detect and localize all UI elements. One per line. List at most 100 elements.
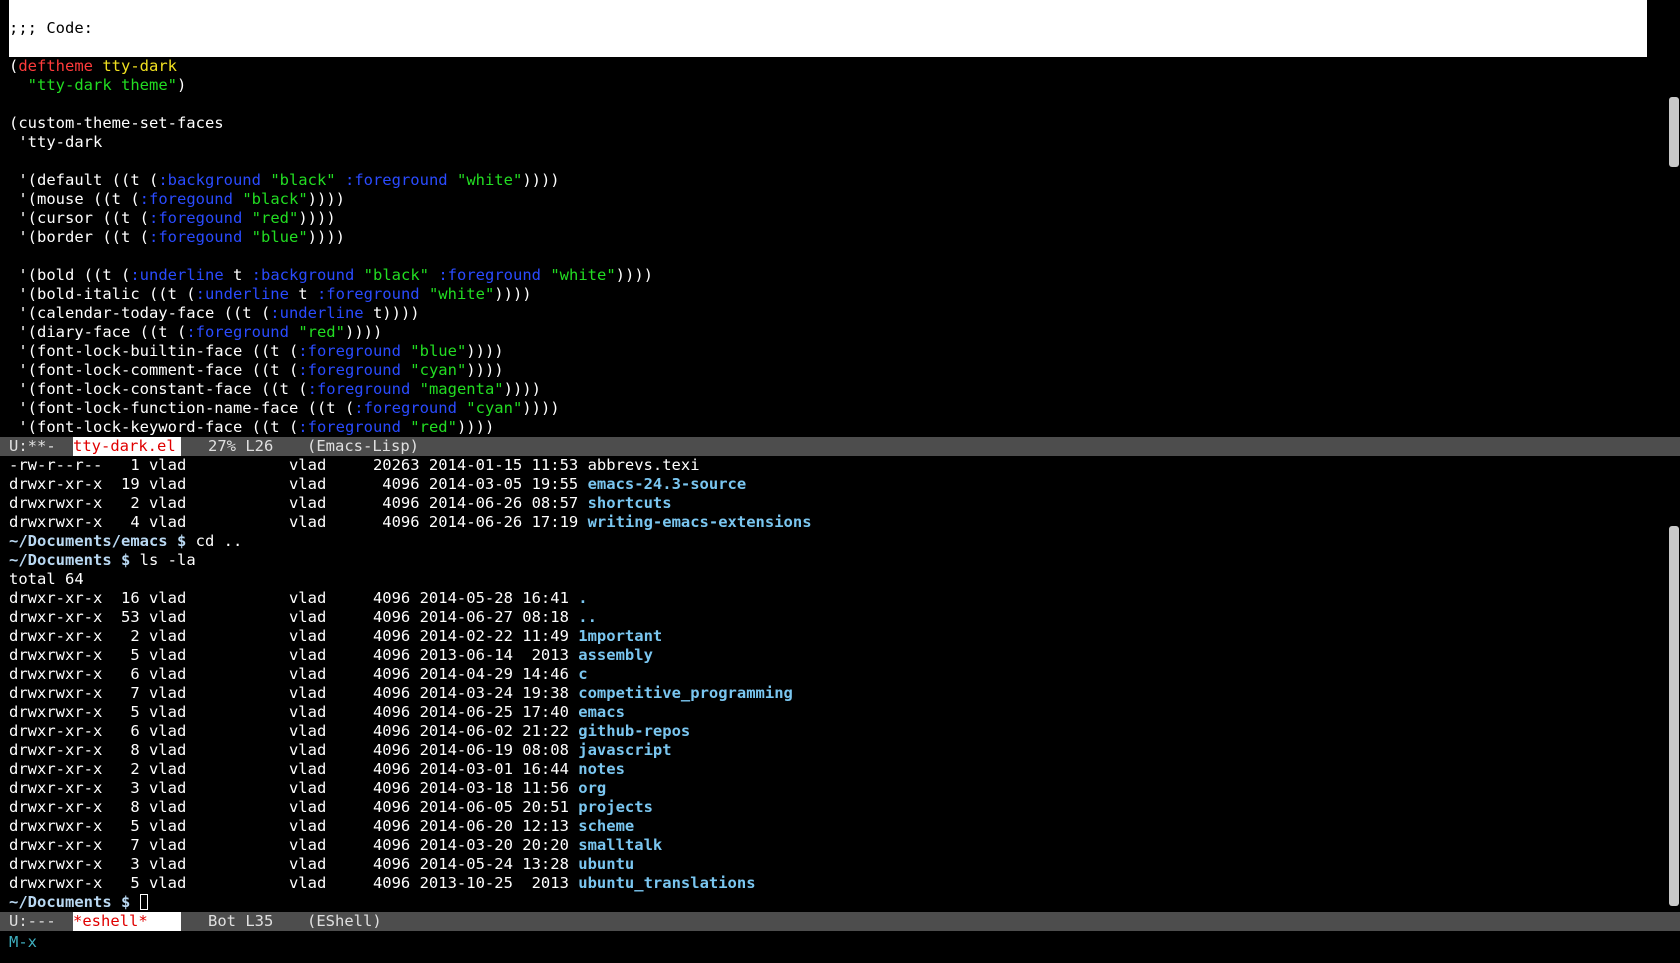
text-segment: drwxrwxr-x 5 vlad vlad 4096 2013-06-14 2…: [9, 646, 579, 664]
code-line: '(mouse ((t (:foregound "black")))): [9, 190, 1647, 209]
text-segment: :underline: [195, 285, 289, 303]
text-segment: drwxrwxr-x 6 vlad vlad 4096 2014-04-29 1…: [9, 665, 579, 683]
code-modeline[interactable]: U:**- tty-dark.el 27% L26 (Emacs-Lisp): [0, 437, 1680, 456]
code-scrollbar-thumb[interactable]: [1669, 97, 1679, 167]
directory-name[interactable]: c: [578, 665, 587, 683]
directory-name[interactable]: smalltalk: [578, 836, 662, 854]
text-segment: ls -la: [130, 551, 196, 569]
eshell-scrollbar-thumb[interactable]: [1669, 526, 1679, 906]
text-segment: [261, 171, 270, 189]
directory-name[interactable]: emacs: [578, 703, 625, 721]
text-segment: "cyan": [410, 361, 467, 379]
text-segment: drwxrwxr-x 2 vlad vlad 4096 2014-06-26 0…: [9, 494, 588, 512]
text-segment: [457, 399, 466, 417]
code-line: '(font-lock-constant-face ((t (:foregrou…: [9, 380, 1647, 399]
text-segment: 'tty-dark: [9, 133, 103, 151]
text-segment: '(font-lock-comment-face ((t (: [9, 361, 299, 379]
eshell-window[interactable]: -rw-r--r-- 1 vlad vlad 20263 2014-01-15 …: [9, 456, 1647, 912]
directory-name[interactable]: github-repos: [578, 722, 690, 740]
text-segment: (: [9, 57, 19, 75]
text-segment: drwxr-xr-x 2 vlad vlad 4096 2014-02-22 1…: [9, 627, 579, 645]
text-segment: drwxr-xr-x 16 vlad vlad 4096 2014-05-28 …: [9, 589, 579, 607]
directory-name[interactable]: shortcuts: [588, 494, 672, 512]
header-strip: ;;; Code:: [9, 0, 1647, 57]
code-line: '(border ((t (:foregound "blue")))): [9, 228, 1647, 247]
text-segment: "red": [251, 209, 299, 227]
shell-line: drwxr-xr-x 16 vlad vlad 4096 2014-05-28 …: [9, 589, 1647, 608]
text-segment: t: [288, 285, 317, 303]
text-segment: "red": [298, 323, 345, 341]
text-segment: )))): [522, 171, 560, 189]
directory-name[interactable]: ubuntu_translations: [578, 874, 755, 892]
text-segment: '(border ((t (: [9, 228, 149, 246]
shell-line: drwxrwxr-x 5 vlad vlad 4096 2013-10-25 2…: [9, 874, 1647, 893]
directory-name[interactable]: .: [578, 589, 587, 607]
text-segment: )))): [615, 266, 653, 284]
text-segment: [354, 266, 363, 284]
text-segment: [130, 893, 139, 911]
text-segment: tty-dark: [102, 57, 177, 75]
code-line: '(font-lock-function-name-face ((t (:for…: [9, 399, 1647, 418]
shell-line: drwxr-xr-x 7 vlad vlad 4096 2014-03-20 2…: [9, 836, 1647, 855]
eshell-modeline[interactable]: U:--- *eshell* Bot L35 (EShell): [0, 912, 1680, 931]
directory-name[interactable]: ubuntu: [578, 855, 634, 873]
shell-line: drwxr-xr-x 6 vlad vlad 4096 2014-06-02 2…: [9, 722, 1647, 741]
modeline-buffer-name[interactable]: tty-dark.el: [73, 437, 181, 456]
directory-name[interactable]: javascript: [578, 741, 671, 759]
text-segment: :foreground: [316, 285, 420, 303]
modeline-position: 27% L26: [208, 437, 274, 455]
directory-name[interactable]: org: [578, 779, 606, 797]
text-segment: "black": [363, 266, 429, 284]
text-segment: )))): [466, 361, 504, 379]
text-segment: "black": [270, 171, 336, 189]
modeline-buffer-name[interactable]: *eshell*: [73, 912, 181, 931]
text-segment: "cyan": [466, 399, 523, 417]
text-segment: drwxr-xr-x 53 vlad vlad 4096 2014-06-27 …: [9, 608, 579, 626]
text-segment: drwxr-xr-x 19 vlad vlad 4096 2014-03-05 …: [9, 475, 588, 493]
text-segment: drwxr-xr-x 8 vlad vlad 4096 2014-06-19 0…: [9, 741, 579, 759]
text-segment: [420, 285, 429, 303]
modeline-position: Bot L35: [208, 912, 274, 930]
code-line: (deftheme tty-dark: [9, 57, 1647, 76]
text-segment: :underline: [270, 304, 364, 322]
modeline-status: U:**-: [9, 437, 56, 455]
code-line: '(font-lock-comment-face ((t (:foregroun…: [9, 361, 1647, 380]
code-scrollbar[interactable]: [1664, 57, 1680, 437]
code-line: '(font-lock-keyword-face ((t (:foregroun…: [9, 418, 1647, 437]
modeline-major-mode[interactable]: (EShell): [307, 912, 382, 931]
shell-line: drwxr-xr-x 2 vlad vlad 4096 2014-03-01 1…: [9, 760, 1647, 779]
directory-name[interactable]: emacs-24.3-source: [588, 475, 747, 493]
directory-name[interactable]: competitive_programming: [578, 684, 793, 702]
text-segment: )))): [503, 380, 541, 398]
directory-name[interactable]: 1mportant: [578, 627, 662, 645]
directory-name[interactable]: writing-emacs-extensions: [588, 513, 812, 531]
text-segment: )))): [307, 190, 345, 208]
directory-name[interactable]: scheme: [578, 817, 634, 835]
text-segment: :underline: [130, 266, 224, 284]
text-segment: drwxrwxr-x 3 vlad vlad 4096 2014-05-24 1…: [9, 855, 579, 873]
text-segment: "white": [456, 171, 523, 189]
shell-line: drwxrwxr-x 4 vlad vlad 4096 2014-06-26 1…: [9, 513, 1647, 532]
directory-name[interactable]: notes: [578, 760, 625, 778]
text-segment: :foreground: [307, 380, 411, 398]
text-segment: )))): [298, 209, 336, 227]
text-segment: '(calendar-today-face ((t (: [9, 304, 271, 322]
modeline-major-mode[interactable]: (Emacs-Lisp): [307, 437, 419, 456]
text-segment: deftheme: [18, 57, 93, 75]
eshell-scrollbar[interactable]: [1664, 456, 1680, 912]
text-segment: :foreground: [344, 171, 448, 189]
minibuffer[interactable]: M-x: [9, 933, 37, 952]
text-segment: :foregound: [139, 190, 233, 208]
code-editor-window[interactable]: (deftheme tty-dark "tty-dark theme") (cus…: [9, 57, 1647, 437]
directory-name[interactable]: assembly: [578, 646, 653, 664]
code-line: '(bold ((t (:underline t :background "bl…: [9, 266, 1647, 285]
shell-prompt: ~/Documents $: [9, 893, 131, 911]
directory-name[interactable]: projects: [578, 798, 653, 816]
text-segment: '(font-lock-constant-face ((t (: [9, 380, 308, 398]
text-segment: drwxr-xr-x 3 vlad vlad 4096 2014-03-18 1…: [9, 779, 579, 797]
text-segment: cd ..: [186, 532, 243, 550]
shell-prompt: ~/Documents/emacs $: [9, 532, 187, 550]
directory-name[interactable]: ..: [578, 608, 597, 626]
